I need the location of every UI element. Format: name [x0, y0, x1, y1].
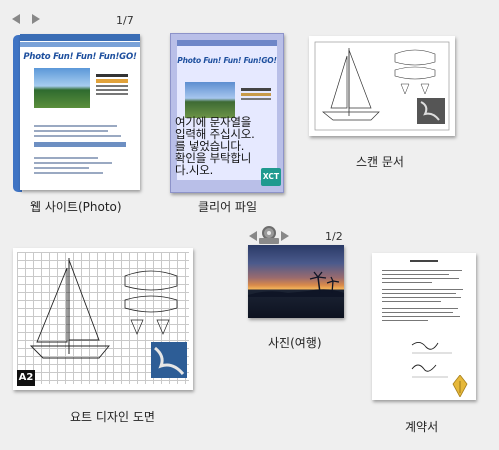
scan-document-label: 스캔 문서 [356, 155, 404, 169]
photo-next-arrow-icon[interactable] [281, 231, 289, 241]
page-counter: 1/7 [116, 14, 134, 27]
yacht-design-label: 요트 디자인 도면 [70, 410, 155, 424]
xct-file-icon: XCT [261, 168, 281, 186]
prev-page-arrow-icon[interactable] [12, 14, 20, 24]
site-title: Photo Fun! Fun! Fun!GO! [23, 52, 137, 62]
clear-file-photo [185, 82, 235, 118]
scan-document-thumbnail[interactable] [309, 36, 455, 136]
site-footer-text [34, 154, 126, 177]
clear-file-side-text [241, 86, 271, 102]
contract-title-line [410, 260, 438, 262]
photo-prev-arrow-icon[interactable] [249, 231, 257, 241]
photo-counter: 1/2 [325, 230, 343, 243]
photo-clip-base [259, 238, 279, 244]
clear-file-thumbnail[interactable]: Photo Fun! Fun! Fun!GO! 여기에 문자열을 입력해 주십시… [170, 33, 284, 193]
website-label: 웹 사이트(Photo) [30, 200, 122, 214]
next-page-arrow-icon[interactable] [32, 14, 40, 24]
yacht-design-thumbnail[interactable]: A2 [13, 248, 193, 390]
a2-size-badge: A2 [17, 370, 35, 386]
site-body-text [34, 122, 126, 140]
travel-photo-label: 사진(여행) [268, 336, 322, 350]
clear-file-label: 클리어 파일 [198, 200, 258, 214]
fountain-pen-icon [452, 374, 468, 398]
palm-trees-silhouette [248, 271, 344, 297]
design-sailboat-drawing [29, 258, 187, 378]
website-thumbnail[interactable]: Photo Fun! Fun! Fun!GO! [20, 34, 140, 190]
contract-label: 계약서 [405, 420, 439, 434]
scan-sailboat-drawing [314, 41, 450, 131]
contract-thumbnail[interactable] [372, 253, 476, 400]
travel-photo-thumbnail[interactable] [248, 245, 344, 318]
site-tabs [34, 142, 126, 147]
site-nav-bar [20, 42, 140, 47]
site-header-bar [20, 34, 140, 41]
clear-file-page-title: Photo Fun! Fun! Fun!GO! [177, 56, 277, 65]
site-side-text [96, 72, 128, 106]
site-hero-photo [34, 68, 90, 108]
contract-body-text [382, 267, 466, 324]
clear-file-overlay-text: 여기에 문자열을 입력해 주십시오. 를 넣었습니다. 확인을 부탁합니 다.시… [175, 115, 255, 177]
